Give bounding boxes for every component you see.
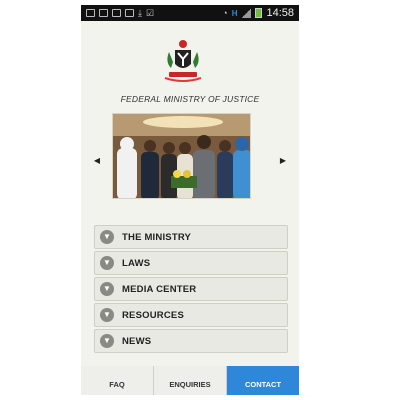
menu-item-news[interactable]: ▼ NEWS [94, 329, 288, 353]
menu-item-label: LAWS [122, 257, 151, 269]
menu-item-label: MEDIA CENTER [122, 283, 197, 295]
group-photo [113, 114, 250, 198]
wifi-icon: ◔ [222, 8, 228, 18]
menu-item-label: THE MINISTRY [122, 231, 192, 243]
slideshow-image [112, 113, 251, 199]
arrow-right-icon[interactable]: ▶ [279, 157, 287, 165]
chevron-down-icon: ▼ [100, 334, 114, 348]
tab-enquiries[interactable]: ENQUIRIES [153, 366, 226, 395]
bottom-tab-bar: FAQ ENQUIRIES CONTACT [81, 366, 299, 395]
chat-icon [86, 9, 95, 17]
chevron-down-icon: ▼ [100, 256, 114, 270]
download-icon: ⤓ [138, 7, 142, 18]
battery-icon [255, 8, 263, 18]
message-icon [99, 9, 108, 17]
tab-contact[interactable]: CONTACT [226, 366, 299, 395]
mail-icon [112, 9, 121, 17]
menu-item-laws[interactable]: ▼ LAWS [94, 251, 288, 275]
notification-icons: ⤓ ☑ [86, 8, 154, 19]
status-bar: ⤓ ☑ ◔ H 14:58 [81, 5, 299, 21]
data-icon: H [231, 8, 238, 18]
nigeria-coat-of-arms-icon [164, 40, 202, 82]
menu-item-label: RESOURCES [122, 309, 184, 321]
main-menu: ▼ THE MINISTRY ▼ LAWS ▼ MEDIA CENTER ▼ R… [94, 225, 288, 355]
chevron-down-icon: ▼ [100, 230, 114, 244]
status-time: 14:58 [266, 7, 294, 19]
system-icons: ◔ H 14:58 [222, 7, 294, 19]
page-title: FEDERAL MINISTRY OF JUSTICE [120, 94, 260, 104]
menu-item-the-ministry[interactable]: ▼ THE MINISTRY [94, 225, 288, 249]
menu-item-label: NEWS [122, 335, 152, 347]
phone-screen: ⤓ ☑ ◔ H 14:58 FEDERAL MINISTRY OF JUSTIC… [81, 5, 299, 395]
tab-faq[interactable]: FAQ [81, 366, 153, 395]
chevron-down-icon: ▼ [100, 308, 114, 322]
menu-item-resources[interactable]: ▼ RESOURCES [94, 303, 288, 327]
check-icon: ☑ [145, 7, 155, 18]
chevron-down-icon: ▼ [100, 282, 114, 296]
signal-icon [241, 8, 252, 18]
menu-item-media-center[interactable]: ▼ MEDIA CENTER [94, 277, 288, 301]
arrow-left-icon[interactable]: ◀ [93, 157, 101, 165]
mail-icon [125, 9, 134, 17]
